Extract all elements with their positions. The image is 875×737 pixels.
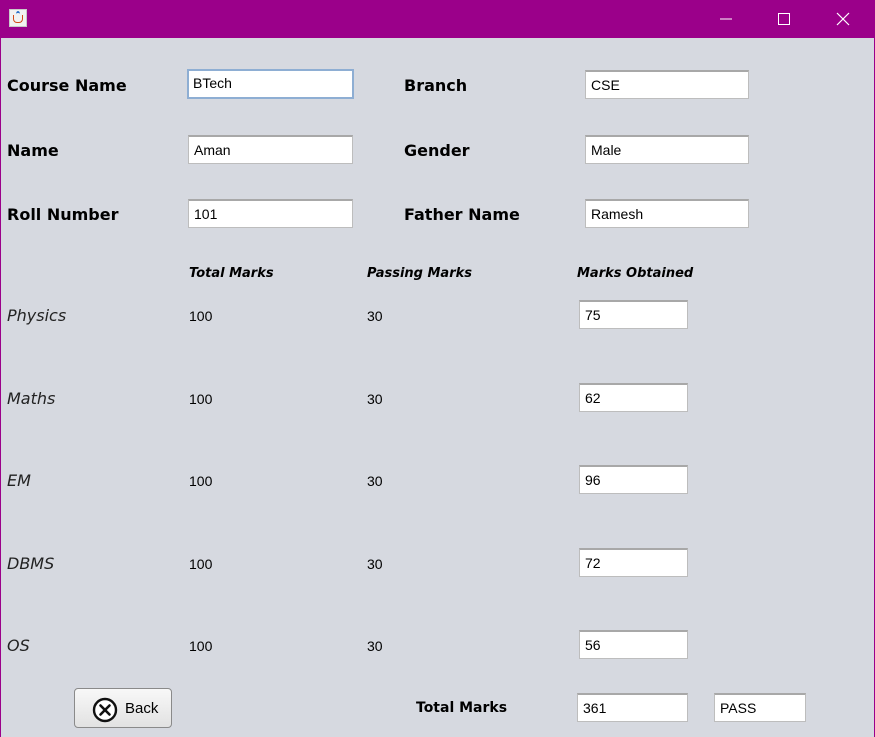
marks-obtained-field[interactable]: 75 [579,300,688,329]
subject-total-marks: 100 [189,638,213,654]
close-circle-icon [92,697,118,723]
total-marks-header: Total Marks [189,266,274,281]
total-marks-field[interactable]: 361 [577,693,688,722]
subject-total-marks: 100 [189,556,213,572]
close-button[interactable] [814,0,872,38]
subject-passing-marks: 30 [367,391,383,407]
form-panel: Course Name BTech Branch CSE Name Aman G… [0,38,875,737]
branch-field[interactable]: CSE [585,70,749,99]
subject-total-marks: 100 [189,308,213,324]
course-name-label: Course Name [7,76,127,95]
marks-obtained-field[interactable]: 96 [579,465,688,494]
passing-marks-header: Passing Marks [367,266,472,281]
title-bar [0,0,875,38]
close-icon [836,12,850,26]
maximize-button[interactable] [755,0,813,38]
branch-label: Branch [404,76,468,95]
subject-passing-marks: 30 [367,556,383,572]
marks-obtained-field[interactable]: 62 [579,383,688,412]
subject-name: OS [7,636,30,655]
result-field[interactable]: PASS [714,693,806,722]
subject-passing-marks: 30 [367,638,383,654]
total-marks-label: Total Marks [416,700,508,716]
subject-name: Physics [7,306,67,325]
back-button-label: Back [125,700,159,717]
gender-field[interactable]: Male [585,135,749,164]
father-name-field[interactable]: Ramesh [585,199,749,228]
maximize-icon [778,13,790,25]
marks-obtained-field[interactable]: 72 [579,548,688,577]
subject-passing-marks: 30 [367,473,383,489]
subject-total-marks: 100 [189,391,213,407]
subject-name: DBMS [7,554,55,573]
name-field[interactable]: Aman [188,135,353,164]
minimize-icon [720,18,732,20]
roll-number-label: Roll Number [7,205,119,224]
java-app-icon [9,9,27,27]
subject-total-marks: 100 [189,473,213,489]
subject-name: Maths [7,389,56,408]
minimize-button[interactable] [697,0,755,38]
gender-label: Gender [404,141,470,160]
subject-passing-marks: 30 [367,308,383,324]
marks-obtained-header: Marks Obtained [577,266,694,281]
father-name-label: Father Name [404,205,520,224]
marks-obtained-field[interactable]: 56 [579,630,688,659]
roll-number-field[interactable]: 101 [188,199,353,228]
back-button[interactable]: Back [74,688,172,728]
name-label: Name [7,141,59,160]
subject-name: EM [7,471,31,490]
course-name-field[interactable]: BTech [187,69,354,99]
